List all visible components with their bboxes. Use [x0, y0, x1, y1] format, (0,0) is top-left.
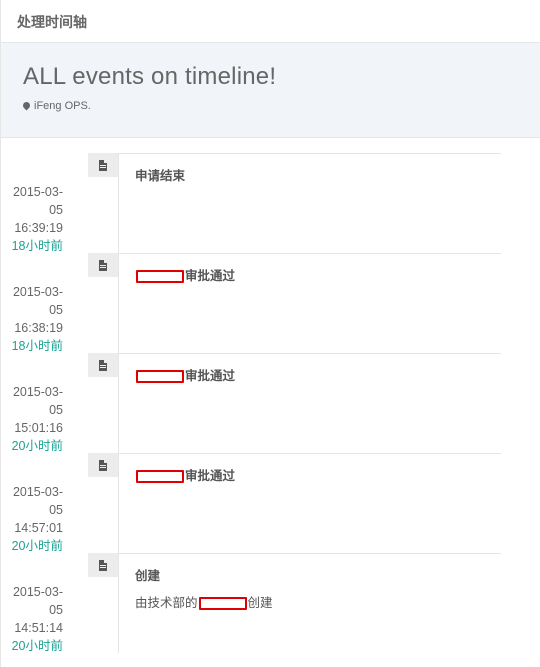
timeline-item: 2015-03-05 14:57:01 20小时前 审批通过 [1, 453, 501, 553]
divider [118, 253, 501, 254]
event-content: 审批通过 [135, 365, 235, 384]
event-title: 审批通过 [135, 265, 235, 284]
event-time: 16:39:19 [14, 221, 63, 235]
event-timestamp: 2015-03-05 14:51:14 20小时前 [1, 583, 63, 655]
banner-heading: ALL events on timeline! [23, 63, 277, 90]
timeline-item: 2015-03-05 16:39:19 18小时前 申请结束 [1, 153, 501, 253]
event-desc-suffix: 创建 [247, 596, 273, 610]
event-content: 申请结束 [135, 165, 185, 184]
event-timestamp: 2015-03-05 15:01:16 20小时前 [1, 383, 63, 455]
redaction-box [198, 597, 247, 611]
timeline-item: 2015-03-05 16:38:19 18小时前 审批通过 [1, 253, 501, 353]
timeline-banner: ALL events on timeline! iFeng OPS. [1, 43, 540, 138]
event-content: 审批通过 [135, 265, 235, 284]
event-title: 创建 [135, 565, 273, 584]
map-marker-icon [21, 100, 32, 110]
event-date: 2015-03-05 [12, 585, 63, 617]
divider [118, 153, 501, 154]
event-timestamp: 2015-03-05 16:39:19 18小时前 [1, 183, 63, 255]
file-icon [88, 453, 118, 477]
timeline-panel: 处理时间轴 ALL events on timeline! iFeng OPS.… [0, 0, 540, 667]
redaction-box [136, 470, 184, 484]
event-date: 2015-03-05 [12, 285, 63, 317]
event-content: 审批通过 [135, 465, 235, 484]
timeline-list: 2015-03-05 16:39:19 18小时前 申请结束 2015-03-0… [1, 153, 501, 653]
event-content: 创建 由技术部的 创建 [135, 565, 273, 611]
divider [118, 353, 501, 354]
event-time: 14:51:14 [14, 621, 63, 635]
event-desc-prefix: 由技术部的 [135, 596, 198, 610]
event-timestamp: 2015-03-05 16:38:19 18小时前 [1, 283, 63, 355]
event-date: 2015-03-05 [12, 385, 63, 417]
file-icon [88, 553, 118, 577]
redaction-box [136, 370, 184, 384]
event-date: 2015-03-05 [12, 485, 63, 517]
event-title-text: 审批通过 [185, 469, 236, 483]
event-time: 14:57:01 [14, 521, 63, 535]
divider [118, 553, 501, 554]
event-title: 申请结束 [135, 165, 185, 184]
banner-subtitle-text: iFeng OPS. [34, 100, 91, 112]
event-title: 审批通过 [135, 365, 235, 384]
divider [118, 453, 501, 454]
event-title: 审批通过 [135, 465, 235, 484]
event-date: 2015-03-05 [12, 185, 63, 217]
event-title-text: 申请结束 [135, 169, 186, 183]
file-icon [88, 153, 118, 177]
event-title-text: 创建 [135, 569, 161, 583]
event-time: 16:38:19 [14, 321, 63, 335]
event-title-text: 审批通过 [185, 269, 236, 283]
event-title-text: 审批通过 [185, 369, 236, 383]
event-description: 由技术部的 创建 [135, 592, 273, 611]
panel-title: 处理时间轴 [1, 0, 540, 43]
event-ago: 20小时前 [11, 639, 63, 653]
event-time: 15:01:16 [14, 421, 63, 435]
file-icon [88, 253, 118, 277]
banner-subtitle: iFeng OPS. [21, 100, 540, 112]
redaction-box [136, 270, 184, 284]
timeline-item: 2015-03-05 15:01:16 20小时前 审批通过 [1, 353, 501, 453]
file-icon [88, 353, 118, 377]
timeline-item: 2015-03-05 14:51:14 20小时前 创建 由技术部的 创建 [1, 553, 501, 653]
event-timestamp: 2015-03-05 14:57:01 20小时前 [1, 483, 63, 555]
